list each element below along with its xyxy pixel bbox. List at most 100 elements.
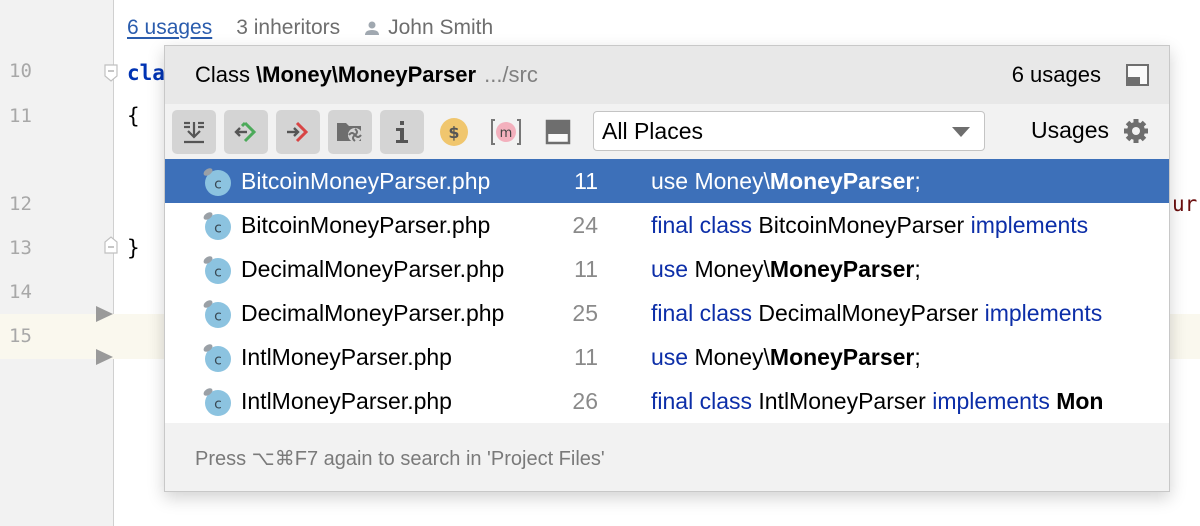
snippet-token: implements bbox=[984, 300, 1103, 326]
usages-label: Usages bbox=[1031, 117, 1109, 143]
gutter-marker-arrow-icon[interactable] bbox=[96, 306, 113, 322]
code-class-keyword: cla bbox=[127, 61, 165, 85]
popup-toolbar: $ m All Places Usages bbox=[165, 104, 1169, 159]
inlay-hints: 6 usages 3 inheritors John Smith bbox=[127, 16, 493, 40]
line-number: 10 bbox=[9, 60, 32, 82]
php-class-icon: c bbox=[203, 256, 231, 284]
fold-collapse-icon[interactable] bbox=[104, 64, 118, 82]
show-info-button[interactable] bbox=[380, 109, 424, 154]
usage-code-snippet: use Money\MoneyParser; bbox=[651, 168, 921, 195]
read-access-icon bbox=[234, 121, 257, 142]
snippet-token: final class bbox=[651, 388, 759, 414]
snippet-token: MoneyParser bbox=[769, 256, 915, 282]
svg-text:c: c bbox=[214, 309, 222, 325]
preview-panel-icon bbox=[545, 119, 571, 144]
snippet-token: Money\ bbox=[694, 256, 770, 282]
snippet-token: ; bbox=[914, 344, 921, 370]
usage-code-snippet: use Money\MoneyParser; bbox=[651, 344, 921, 371]
info-icon bbox=[396, 120, 408, 143]
header-prefix: Class bbox=[195, 62, 251, 87]
usage-row[interactable]: c IntlMoneyParser.php 11 use Money\Money… bbox=[165, 335, 1169, 379]
snippet-token: DecimalMoneyParser bbox=[758, 300, 985, 326]
svg-text:c: c bbox=[214, 397, 222, 413]
svg-text:c: c bbox=[214, 221, 222, 237]
merge-usages-button[interactable] bbox=[172, 109, 216, 154]
usage-row[interactable]: c DecimalMoneyParser.php 25 final class … bbox=[165, 291, 1169, 335]
scope-dropdown[interactable]: All Places bbox=[593, 111, 985, 151]
snippet-token: ; bbox=[914, 168, 921, 194]
php-class-icon: c bbox=[203, 300, 231, 328]
read-access-button[interactable] bbox=[224, 109, 268, 154]
snippet-token: Mon bbox=[1056, 388, 1104, 414]
usage-file-name: BitcoinMoneyParser.php bbox=[241, 168, 491, 194]
usages-count: 6 usages bbox=[1011, 62, 1101, 87]
scope-value: All Places bbox=[602, 117, 703, 144]
usage-file-name: DecimalMoneyParser.php bbox=[241, 256, 505, 282]
php-class-icon: c bbox=[203, 344, 231, 372]
line-number: 13 bbox=[9, 237, 32, 259]
svg-text:c: c bbox=[214, 265, 222, 281]
snippet-token: Money\ bbox=[694, 168, 770, 194]
usage-line-number: 24 bbox=[572, 212, 598, 238]
write-access-button[interactable] bbox=[276, 109, 320, 154]
preview-panel-button[interactable] bbox=[536, 110, 580, 154]
snippet-token: BitcoinMoneyParser bbox=[758, 212, 971, 238]
filter-methods-button[interactable]: m bbox=[484, 110, 528, 154]
usage-line-number: 25 bbox=[572, 300, 598, 326]
usage-file-name: IntlMoneyParser.php bbox=[241, 388, 452, 414]
merge-down-icon bbox=[184, 121, 204, 143]
pin-window-icon[interactable] bbox=[1126, 64, 1149, 86]
inheritors-link[interactable]: 3 inheritors bbox=[236, 16, 340, 40]
usage-code-snippet: use Money\MoneyParser; bbox=[651, 256, 921, 283]
snippet-token: IntlMoneyParser bbox=[758, 388, 933, 414]
usage-line-number: 11 bbox=[574, 256, 598, 282]
method-icon: m bbox=[491, 118, 521, 145]
svg-text:c: c bbox=[214, 353, 222, 369]
popup-footer-hint: Press ⌥⌘F7 again to search in 'Project F… bbox=[165, 423, 1169, 491]
folder-module-icon bbox=[337, 122, 362, 142]
usage-code-snippet: final class BitcoinMoneyParser implement… bbox=[651, 212, 1088, 239]
filter-constants-button[interactable]: $ bbox=[432, 110, 476, 154]
usage-file-name: IntlMoneyParser.php bbox=[241, 344, 452, 370]
line-number: 15 bbox=[9, 325, 32, 347]
gutter-marker-arrow-icon[interactable] bbox=[96, 349, 113, 365]
author-name: John Smith bbox=[388, 16, 494, 39]
gear-icon[interactable] bbox=[1121, 116, 1151, 146]
usage-row[interactable]: c DecimalMoneyParser.php 11 use Money\Mo… bbox=[165, 247, 1169, 291]
svg-text:m: m bbox=[500, 126, 513, 141]
usage-file-name: DecimalMoneyParser.php bbox=[241, 300, 505, 326]
usage-file-name: BitcoinMoneyParser.php bbox=[241, 212, 491, 238]
usage-line-number: 11 bbox=[574, 168, 598, 194]
svg-text:$: $ bbox=[448, 123, 459, 142]
usage-row[interactable]: c BitcoinMoneyParser.php 24 final class … bbox=[165, 203, 1169, 247]
line-number: 14 bbox=[9, 281, 32, 303]
author-hint[interactable]: John Smith bbox=[364, 16, 493, 40]
snippet-token: final class bbox=[651, 300, 759, 326]
find-usages-popup: Class \Money\MoneyParser .../src 6 usage… bbox=[164, 45, 1170, 492]
php-class-icon: c bbox=[203, 388, 231, 416]
user-icon bbox=[365, 21, 380, 35]
snippet-token: use bbox=[651, 256, 695, 282]
usages-list: c BitcoinMoneyParser.php 11 use Money\Mo… bbox=[165, 159, 1169, 423]
svg-text:c: c bbox=[214, 177, 222, 193]
usage-code-snippet: final class DecimalMoneyParser implement… bbox=[651, 300, 1102, 327]
usages-link[interactable]: 6 usages bbox=[127, 16, 212, 40]
usage-row[interactable]: c IntlMoneyParser.php 26 final class Int… bbox=[165, 379, 1169, 423]
snippet-token: use bbox=[651, 168, 695, 194]
write-access-icon bbox=[287, 121, 309, 142]
fold-end-icon[interactable] bbox=[104, 236, 118, 254]
usage-row[interactable]: c BitcoinMoneyParser.php 11 use Money\Mo… bbox=[165, 159, 1169, 203]
snippet-token: MoneyParser bbox=[769, 344, 915, 370]
line-number: 12 bbox=[9, 193, 32, 215]
chevron-down-icon bbox=[952, 127, 970, 137]
snippet-token: implements bbox=[932, 388, 1057, 414]
php-class-icon: c bbox=[203, 212, 231, 240]
group-by-module-button[interactable] bbox=[328, 109, 372, 154]
code-fragment: ur bbox=[1172, 192, 1198, 216]
usage-line-number: 26 bbox=[572, 388, 598, 414]
usage-line-number: 11 bbox=[574, 344, 598, 370]
header-location: .../src bbox=[484, 62, 538, 87]
popup-header: Class \Money\MoneyParser .../src 6 usage… bbox=[165, 46, 1169, 104]
code-open-brace: { bbox=[127, 104, 140, 128]
line-number: 11 bbox=[9, 105, 32, 127]
